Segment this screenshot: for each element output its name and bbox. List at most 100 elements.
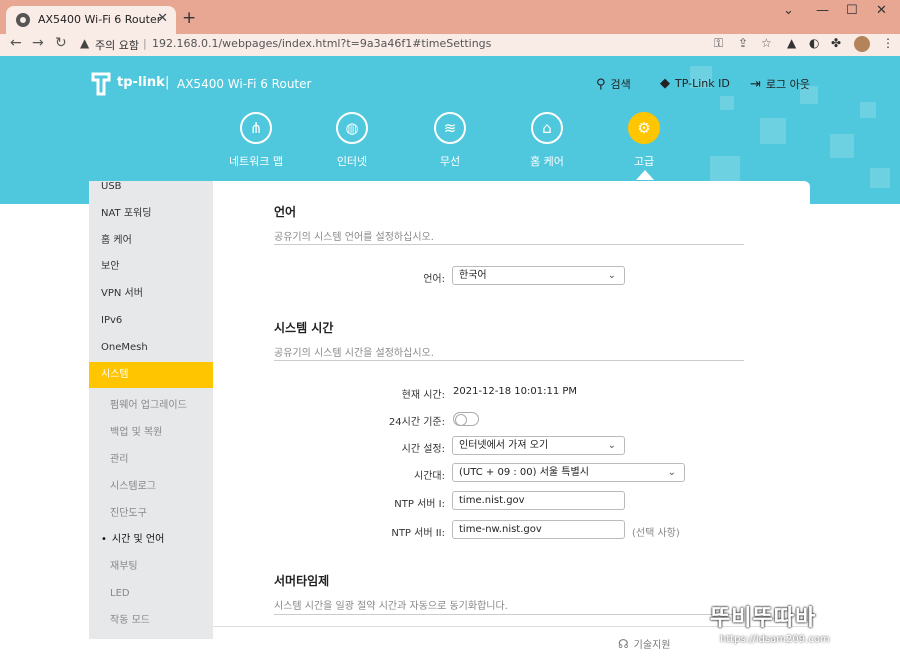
- tplink-id-label: TP-Link ID: [675, 77, 730, 90]
- share-icon[interactable]: ⇪: [738, 36, 748, 50]
- tab-internet[interactable]: ◍ 인터넷: [312, 112, 392, 169]
- bookmark-star-icon[interactable]: ☆: [761, 36, 772, 50]
- language-section-title: 언어: [274, 205, 297, 219]
- browser-tabstrip: AX5400 Wi-Fi 6 Router ✕ + ⌄ — ☐ ✕: [0, 0, 900, 34]
- sidebar-list: USB NAT 포워딩 홈 케어 보안 VPN 서버 IPv6 OneMesh …: [89, 181, 213, 635]
- minimize-icon[interactable]: —: [816, 3, 829, 18]
- gear-icon: ⚙: [628, 112, 660, 144]
- tab-network-map[interactable]: ⋔ 네트워크 맵: [216, 112, 296, 169]
- sidebar-item-onemesh[interactable]: OneMesh: [89, 335, 213, 362]
- divider: [274, 614, 744, 615]
- ntp1-input[interactable]: time.nist.gov: [452, 491, 625, 510]
- security-warning[interactable]: 주의 요함: [95, 37, 139, 53]
- window-close-icon[interactable]: ✕: [876, 3, 887, 18]
- current-time-label: 현재 시간:: [401, 390, 445, 401]
- sidebar-item-usb[interactable]: USB: [89, 181, 213, 201]
- drive-extension-icon[interactable]: ▲: [787, 36, 796, 50]
- sidebar: USB NAT 포워딩 홈 케어 보안 VPN 서버 IPv6 OneMesh …: [89, 181, 213, 639]
- maximize-icon[interactable]: ☐: [846, 3, 858, 18]
- system-time-section-description: 공유기의 시스템 시간을 설정하십시오.: [274, 348, 434, 359]
- dst-section-title: 서머타임제: [274, 574, 330, 588]
- search-icon: ⚲: [596, 77, 606, 92]
- address-bar[interactable]: ▲ 주의 요함 | 192.168.0.1/webpages/index.htm…: [80, 35, 780, 54]
- sidebar-sub-backup[interactable]: 백업 및 복원: [89, 420, 213, 447]
- time-setting-select[interactable]: 인터넷에서 가져 오기 ⌄: [452, 436, 625, 455]
- search-label: 검색: [610, 78, 631, 91]
- tp-link-logo-icon: [91, 72, 111, 96]
- forward-icon[interactable]: →: [32, 35, 44, 51]
- back-icon[interactable]: ←: [10, 35, 22, 51]
- sidebar-sub-reboot[interactable]: 재부팅: [89, 554, 213, 581]
- system-time-section-title: 시스템 시간: [274, 321, 334, 335]
- profile-avatar[interactable]: [854, 36, 870, 52]
- new-tab-button[interactable]: +: [182, 8, 196, 28]
- support-label: 기술지원: [633, 640, 671, 651]
- watermark-url: https://idsam209.com: [720, 634, 830, 645]
- tab-label: 인터넷: [336, 155, 368, 168]
- chevron-down-icon[interactable]: ⌄: [783, 3, 794, 18]
- decor-square: [830, 134, 854, 158]
- tab-title: AX5400 Wi-Fi 6 Router: [38, 13, 162, 26]
- decor-square: [870, 168, 890, 188]
- logout-link[interactable]: ⇥ 로그 아웃: [750, 76, 810, 92]
- chevron-down-icon: ⌄: [667, 467, 676, 478]
- language-label: 언어:: [423, 274, 445, 285]
- timezone-value: (UTC + 09 : 00) 서울 특별시: [459, 467, 589, 478]
- time-setting-value: 인터넷에서 가져 오기: [459, 440, 549, 451]
- tplink-id-link[interactable]: ◆ TP-Link ID: [660, 76, 730, 91]
- sidebar-sub-operation-mode[interactable]: 작동 모드: [89, 608, 213, 635]
- home-care-icon: ⌂: [531, 112, 563, 144]
- reload-icon[interactable]: ↻: [55, 35, 67, 51]
- decor-square: [860, 102, 876, 118]
- sidebar-item-home-care[interactable]: 홈 케어: [89, 228, 213, 255]
- ntp1-label: NTP 서버 I:: [394, 499, 445, 510]
- timezone-select[interactable]: (UTC + 09 : 00) 서울 특별시 ⌄: [452, 463, 685, 482]
- ntp2-input[interactable]: time-nw.nist.gov: [452, 520, 625, 539]
- search-link[interactable]: ⚲ 검색: [596, 76, 631, 92]
- support-link[interactable]: ☊ 기술지원: [618, 636, 670, 651]
- extension-icon[interactable]: ◐: [809, 36, 819, 50]
- browser-tab[interactable]: AX5400 Wi-Fi 6 Router ✕: [6, 6, 176, 34]
- tab-home-care[interactable]: ⌂ 홈 케어: [507, 112, 587, 169]
- sidebar-sub-admin[interactable]: 관리: [89, 447, 213, 474]
- tab-close-icon[interactable]: ✕: [157, 11, 168, 26]
- address-divider: |: [143, 37, 147, 50]
- sidebar-item-ipv6[interactable]: IPv6: [89, 308, 213, 335]
- sidebar-sub-firmware[interactable]: 펌웨어 업그레이드: [89, 393, 213, 420]
- tab-advanced[interactable]: ⚙ 고급: [604, 112, 684, 169]
- chevron-down-icon: ⌄: [607, 440, 616, 451]
- sidebar-item-nat[interactable]: NAT 포워딩: [89, 201, 213, 228]
- warning-icon[interactable]: ▲: [80, 36, 89, 50]
- browser-menu-icon[interactable]: ⋮: [882, 36, 894, 50]
- hour24-label: 24시간 기준:: [388, 417, 445, 428]
- tab-wireless[interactable]: ≋ 무선: [410, 112, 490, 169]
- sidebar-sub-led[interactable]: LED: [89, 581, 213, 608]
- watermark: 뚜비뚜따바 https://idsam209.com: [706, 600, 896, 660]
- sidebar-sub-time-language[interactable]: 시간 및 언어: [89, 527, 213, 554]
- timezone-label: 시간대:: [414, 471, 445, 482]
- url-text[interactable]: 192.168.0.1/webpages/index.html?t=9a3a46…: [152, 37, 491, 50]
- sidebar-item-vpn[interactable]: VPN 서버: [89, 281, 213, 308]
- sidebar-sub-diagnostics[interactable]: 진단도구: [89, 501, 213, 528]
- puzzle-extensions-icon[interactable]: ✤: [831, 36, 841, 50]
- decor-square: [760, 118, 786, 144]
- key-icon[interactable]: ⚿: [714, 36, 723, 51]
- language-select[interactable]: 한국어 ⌄: [452, 266, 625, 285]
- tab-label: 홈 케어: [530, 155, 564, 168]
- account-icon: ◆: [660, 76, 670, 91]
- sidebar-sub-syslog[interactable]: 시스템로그: [89, 474, 213, 501]
- tab-label: 네트워크 맵: [228, 155, 284, 168]
- brand-logo: tp-link: [117, 75, 165, 90]
- language-section-description: 공유기의 시스템 언어를 설정하십시오.: [274, 232, 434, 243]
- ntp2-label: NTP 서버 II:: [391, 528, 445, 539]
- language-select-value: 한국어: [459, 270, 487, 281]
- divider: [274, 244, 744, 245]
- hour24-toggle[interactable]: [453, 412, 479, 426]
- sidebar-item-security[interactable]: 보안: [89, 254, 213, 281]
- sidebar-item-system[interactable]: 시스템: [89, 361, 213, 389]
- decor-square: [720, 96, 734, 110]
- chevron-down-icon: ⌄: [607, 270, 616, 281]
- optional-hint: (선택 사항): [632, 528, 680, 539]
- active-tab-pointer: [636, 170, 654, 180]
- logout-icon: ⇥: [750, 77, 761, 92]
